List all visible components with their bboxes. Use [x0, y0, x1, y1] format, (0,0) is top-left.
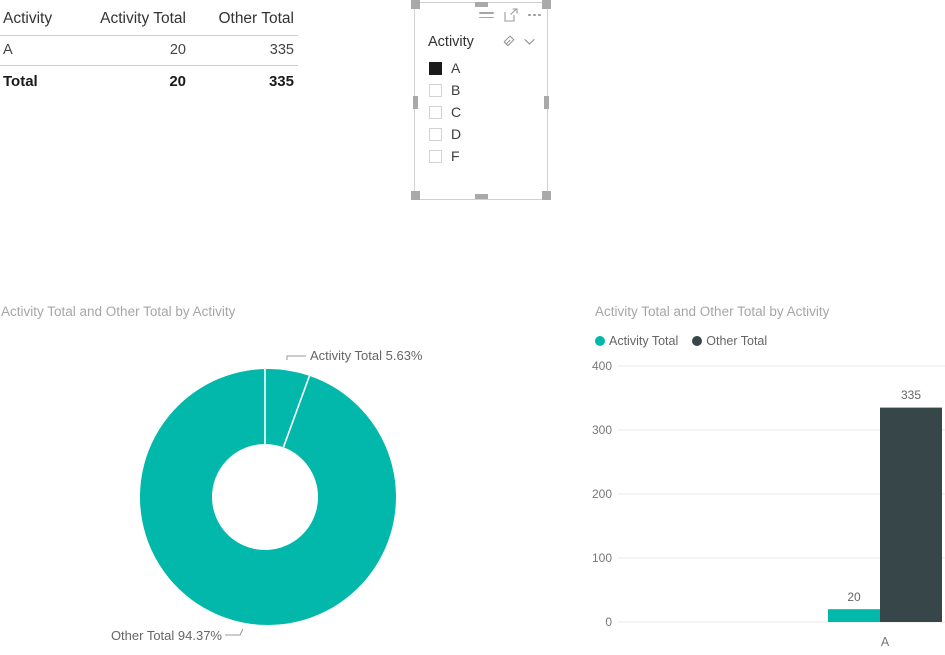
slicer-toolbar — [479, 6, 542, 24]
total-label: Total — [3, 73, 38, 90]
ytick-300: 300 — [592, 423, 612, 437]
slicer-item-a[interactable]: A — [429, 57, 461, 79]
bar-chart-visual[interactable]: Activity Total and Other Total by Activi… — [590, 298, 945, 655]
bar-data-label-activity-total: 20 — [847, 590, 861, 604]
total-activity-total: 20 — [169, 73, 186, 90]
activity-table-visual[interactable]: Activity Activity Total Other Total A 20… — [0, 10, 298, 90]
xtick-category-a: A — [881, 635, 890, 649]
donut-chart-svg[interactable]: Activity Total 5.63% Other Total 94.37% — [0, 298, 560, 655]
column-header-activity[interactable]: Activity — [0, 10, 81, 35]
donut-chart-visual[interactable]: Activity Total and Other Total by Activi… — [0, 298, 560, 655]
slicer-item-label: C — [451, 104, 462, 120]
slicer-item-label: B — [451, 82, 461, 98]
ytick-100: 100 — [592, 551, 612, 565]
ytick-0: 0 — [605, 615, 612, 629]
table-total-row: Total 20 335 — [0, 66, 298, 90]
slicer-item-f[interactable]: F — [429, 145, 461, 167]
donut-slices[interactable] — [139, 368, 396, 625]
checkbox-d[interactable] — [429, 127, 442, 141]
slicer-item-b[interactable]: B — [429, 79, 461, 101]
checkbox-f[interactable] — [429, 149, 442, 163]
column-header-activity-total[interactable]: Activity Total — [81, 10, 192, 35]
cell-activity-total: 20 — [169, 42, 186, 58]
bar-other-total[interactable] — [880, 407, 942, 622]
bar-activity-total[interactable] — [828, 609, 880, 622]
column-header-other-total[interactable]: Other Total — [192, 10, 298, 35]
slicer-item-list[interactable]: A B C D F — [429, 57, 461, 167]
more-options-icon[interactable] — [527, 8, 542, 23]
bar-data-label-other-total: 335 — [901, 388, 921, 402]
eraser-clear-selections-icon[interactable] — [500, 33, 517, 50]
checkbox-b[interactable] — [429, 83, 442, 97]
donut-label-other-total: Other Total 94.37% — [111, 628, 222, 643]
slicer-item-label: D — [451, 126, 462, 142]
callout-leader-bottom — [225, 628, 244, 636]
slicer-item-label: A — [451, 60, 461, 76]
activity-table[interactable]: Activity Activity Total Other Total A 20… — [0, 10, 298, 90]
hamburger-filter-icon[interactable] — [479, 8, 494, 23]
ytick-200: 200 — [592, 487, 612, 501]
callout-leader-top — [286, 355, 306, 360]
slicer-item-label: F — [451, 148, 460, 164]
activity-slicer-visual[interactable]: Activity A B C D F — [414, 2, 548, 200]
donut-label-activity-total: Activity Total 5.63% — [310, 348, 423, 363]
ytick-400: 400 — [592, 359, 612, 373]
checkbox-a[interactable] — [429, 61, 442, 75]
table-row[interactable]: A 20 335 — [0, 36, 298, 65]
cell-other-total: 335 — [269, 42, 294, 58]
checkbox-c[interactable] — [429, 105, 442, 119]
total-other-total: 335 — [268, 73, 294, 90]
slicer-header: Activity — [428, 33, 538, 50]
bar-chart-svg[interactable]: 400 300 200 100 0 20 335 A — [590, 298, 945, 655]
slicer-item-d[interactable]: D — [429, 123, 461, 145]
slicer-item-c[interactable]: C — [429, 101, 461, 123]
slicer-title: Activity — [428, 33, 474, 50]
focus-mode-icon[interactable] — [503, 8, 518, 23]
chevron-down-icon[interactable] — [521, 33, 538, 50]
cell-activity: A — [3, 42, 13, 58]
table-header-row: Activity Activity Total Other Total — [0, 10, 298, 35]
